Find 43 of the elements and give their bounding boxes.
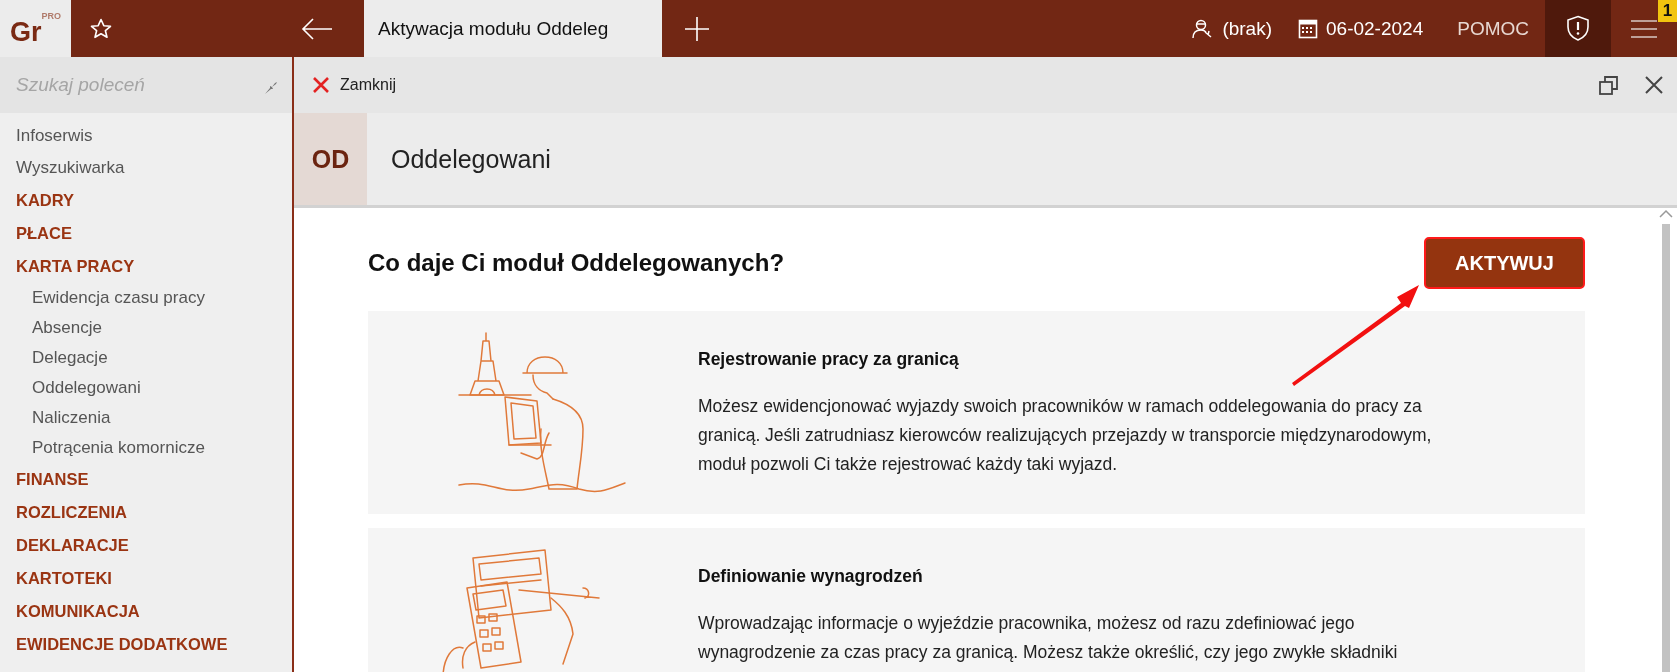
menu-icon[interactable] [1631,18,1657,39]
feature-description: Możesz ewidencjonować wyjazdy swoich pracowników w ramach oddelegowania do pracy za granicą. Jeśli zatrudniasz kierowców realizujących przejazdy w transporcie międzynarodowym, moduł pozwoli Ci także rejestrować każdy taki wyjazd. [698,395,1433,476]
module-title: Oddelegowani [391,144,551,174]
menu-section[interactable]: KADRY [0,184,75,217]
module-badge: OD [294,113,367,205]
search-field[interactable]: Szukaj poleceń [0,57,292,113]
feature-description: Wprowadzając informacje o wyjeździe pracownika, możesz od razu zdefiniować jego wynagrodzenie za czas pracy za granicą. Możesz także określić, czy jego zwykłe składniki [698,612,1399,664]
section-heading: Co daje Ci moduł Oddelegowanych? [368,249,785,277]
document-tab[interactable]: Aktywacja modułu Oddeleg [364,0,662,57]
notification-badge: 1 [1658,0,1677,22]
close-icon[interactable] [1644,75,1664,95]
menu-section[interactable]: KARTOTEKI [0,562,112,595]
new-tab-plus-icon[interactable] [684,15,710,42]
menu-item[interactable]: Potrącenia komornicze [0,433,205,463]
menu-section[interactable]: ROZLICZENIA [0,496,127,529]
menu-section[interactable]: PŁACE [0,217,72,250]
feature-title: Rejestrowanie pracy za granicą [698,349,960,370]
back-arrow-icon[interactable] [299,16,334,41]
menu-item[interactable]: Naliczenia [0,403,111,433]
calendar-icon[interactable] [1298,18,1318,39]
menu-item[interactable]: Delegacje [0,343,108,373]
close-icon [312,76,330,94]
menu-item[interactable]: Oddelegowani [0,373,141,403]
close-button[interactable]: Zamknij [308,72,400,98]
scroll-up-icon[interactable] [1658,208,1674,220]
menu-section[interactable]: EWIDENCJE DODATKOWE [0,628,228,661]
activate-button[interactable]: AKTYWUJ [1424,237,1585,289]
menu-item[interactable]: Wyszukiwarka [0,152,125,184]
menu-item[interactable]: Absencje [0,313,102,343]
menu-section[interactable]: FINANSE [0,463,89,496]
menu-section[interactable]: DEKLARACJE [0,529,129,562]
feature-title: Definiowanie wynagrodzeń [698,566,924,587]
shield-alert-icon[interactable] [1565,15,1591,42]
menu-section[interactable]: KOMUNIKACJA [0,595,140,628]
menu-section[interactable]: KARTA PRACY [0,250,135,283]
user-name[interactable]: (brak) [1222,17,1272,40]
menu-item[interactable]: Ewidencja czasu pracy [0,283,205,313]
help-link[interactable]: POMOC [1457,17,1529,40]
restore-window-icon[interactable] [1598,75,1618,95]
favorites-star-icon[interactable] [89,16,113,41]
date-display[interactable]: 06-02-2024 [1326,17,1424,40]
menu-item[interactable]: Infoserwis [0,120,93,152]
scrollbar-thumb[interactable] [1662,224,1670,672]
